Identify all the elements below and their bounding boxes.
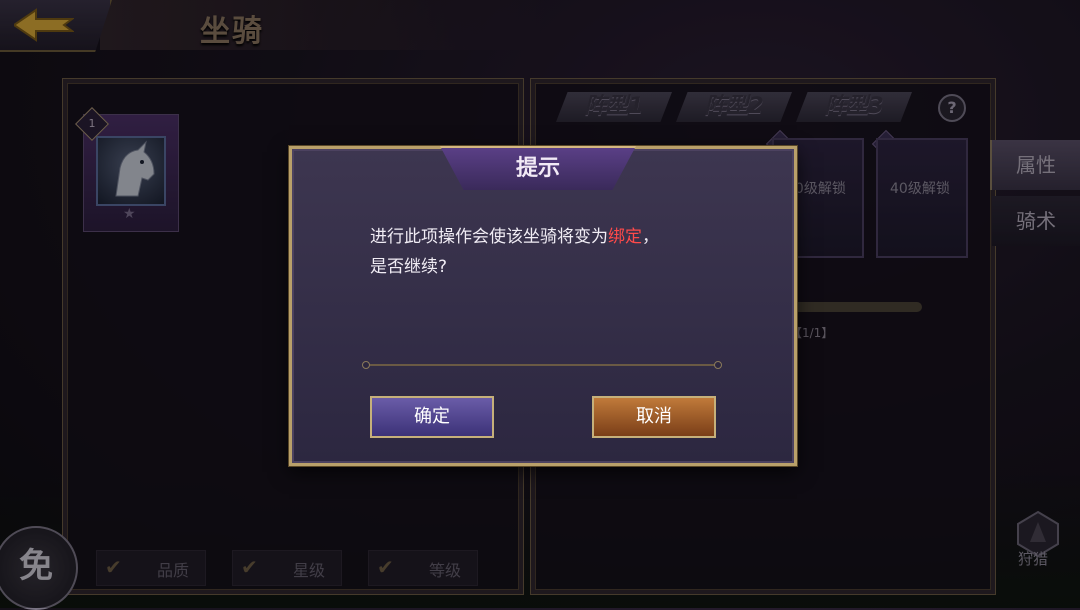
message-highlight: 绑定 bbox=[608, 227, 642, 247]
message-text: 进行此项操作会使该坐骑将变为 bbox=[370, 227, 608, 247]
message-question: 是否继续? bbox=[370, 257, 448, 277]
confirm-button[interactable]: 确定 bbox=[370, 396, 494, 438]
dialog-divider bbox=[362, 361, 722, 369]
message-punctuation: ， bbox=[642, 227, 659, 247]
dialog-message: 进行此项操作会使该坐骑将变为绑定， 是否继续? bbox=[370, 222, 730, 282]
dialog-title: 提示 bbox=[515, 156, 560, 181]
confirm-dialog bbox=[289, 146, 797, 466]
cancel-button[interactable]: 取消 bbox=[592, 396, 716, 438]
